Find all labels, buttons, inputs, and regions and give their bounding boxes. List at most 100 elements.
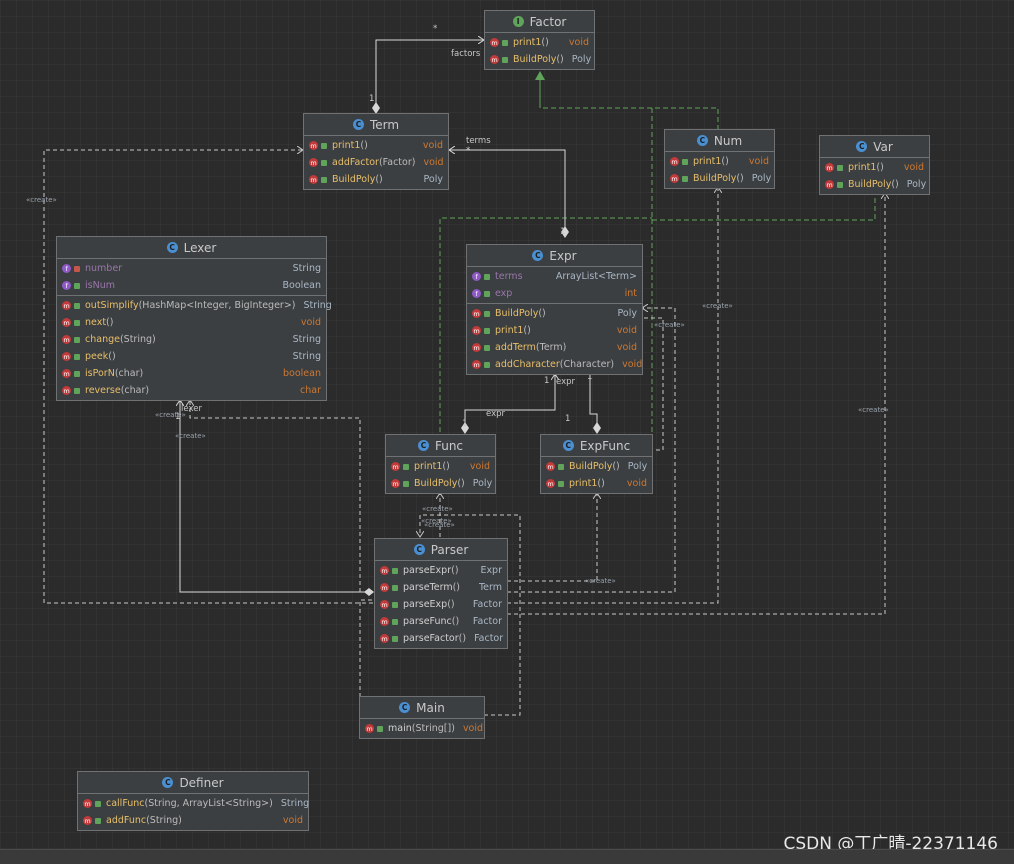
method-row[interactable]: m print1() void	[304, 137, 448, 154]
method-row[interactable]: m main (String[]) void	[360, 720, 484, 737]
method-row[interactable]: m print1() void	[541, 475, 652, 492]
connector-layer	[43, 0, 1014, 716]
method-params: ()	[736, 173, 744, 184]
method-icon: m	[391, 479, 400, 488]
public-icon	[74, 353, 80, 360]
method-row[interactable]: m addFactor (Factor) void	[304, 154, 448, 171]
method-row[interactable]: m BuildPoly() Poly	[541, 458, 652, 475]
method-name: print1	[693, 156, 722, 167]
field-row[interactable]: f number String	[57, 260, 326, 277]
method-return: Factor	[472, 616, 502, 627]
method-return: void	[568, 37, 589, 48]
class-icon: C	[399, 702, 411, 713]
public-icon	[74, 282, 80, 289]
class-func[interactable]: C Func m print1() void m BuildPoly() Pol…	[385, 434, 496, 494]
method-params: (Factor)	[378, 157, 416, 168]
method-row[interactable]: m print1() void	[820, 159, 929, 176]
terms-multiplicity: *	[466, 146, 471, 156]
public-icon	[74, 387, 80, 394]
field-row[interactable]: f isNum Boolean	[57, 277, 326, 294]
class-term[interactable]: C Term m print1() void m addFactor (Facto…	[303, 113, 449, 190]
class-icon: C	[162, 777, 174, 788]
method-row[interactable]: m parseExp() Factor	[375, 596, 507, 613]
method-row[interactable]: m BuildPoly() Poly	[304, 171, 448, 188]
expfunc-multiplicity: 1	[565, 414, 571, 424]
field-row[interactable]: f exp int	[467, 285, 642, 302]
method-row[interactable]: m print1() void	[386, 458, 495, 475]
method-params: (String)	[119, 334, 156, 345]
class-header: C Definer	[78, 772, 308, 794]
create-label-term: «create»	[26, 196, 57, 204]
public-icon	[74, 319, 80, 326]
method-row[interactable]: m next() void	[57, 314, 326, 331]
field-row[interactable]: f terms ArrayList<Term>	[467, 268, 642, 285]
class-name: Lexer	[183, 240, 217, 255]
class-expr[interactable]: C Expr f terms ArrayList<Term> f exp int…	[466, 244, 643, 375]
public-icon	[484, 290, 490, 297]
method-row[interactable]: m parseTerm() Term	[375, 579, 507, 596]
interface-icon: I	[512, 16, 524, 27]
method-name: outSimplify	[85, 300, 139, 311]
class-icon: C	[856, 141, 868, 152]
method-row[interactable]: m reverse (char) char	[57, 382, 326, 399]
method-row[interactable]: m print1() void	[665, 153, 774, 170]
method-row[interactable]: m BuildPoly() Poly	[386, 475, 495, 492]
method-row[interactable]: m print1() void	[467, 322, 642, 339]
method-return: void	[423, 157, 444, 168]
method-row[interactable]: m BuildPoly() Poly	[485, 51, 594, 68]
class-lexer[interactable]: C Lexer f number String f isNum Boolean …	[56, 236, 332, 401]
class-header: C Var	[820, 136, 929, 158]
class-definer[interactable]: C Definer m callFunc (String, ArrayList<S…	[77, 771, 309, 831]
method-row[interactable]: m addCharacter (Character) void	[467, 356, 642, 373]
method-icon: m	[83, 799, 92, 808]
method-return: String	[280, 798, 310, 809]
method-params: (HashMap<Integer, BigInteger>)	[138, 300, 296, 311]
method-return: Poly	[906, 179, 927, 190]
class-var[interactable]: C Var m print1() void m BuildPoly() Poly	[819, 135, 930, 195]
method-return: void	[622, 359, 643, 370]
method-icon: m	[83, 816, 92, 825]
method-icon: m	[62, 369, 71, 378]
method-row[interactable]: m peek() String	[57, 348, 326, 365]
class-icon: C	[562, 440, 574, 451]
method-icon: m	[825, 163, 834, 172]
method-row[interactable]: m callFunc (String, ArrayList<String>) St…	[78, 795, 310, 812]
public-icon	[484, 273, 490, 280]
method-row[interactable]: m addTerm (Term) void	[467, 339, 642, 356]
method-row[interactable]: m BuildPoly() Poly	[665, 170, 774, 187]
class-factor[interactable]: I Factor m print1() void m BuildPoly() P…	[484, 10, 595, 70]
class-main[interactable]: C Main m main (String[]) void	[359, 696, 485, 739]
public-icon	[321, 142, 327, 149]
method-row[interactable]: m parseFactor() Factor	[375, 630, 507, 647]
method-row[interactable]: m addFunc (String) void	[78, 812, 308, 829]
class-name: Definer	[179, 775, 224, 790]
method-row[interactable]: m parseFunc() Factor	[375, 613, 507, 630]
method-icon: m	[62, 301, 71, 310]
class-header: C Func	[386, 435, 495, 457]
method-icon: m	[365, 724, 374, 733]
method-row[interactable]: m change (String) String	[57, 331, 326, 348]
method-return: Poly	[627, 461, 648, 472]
method-row[interactable]: m print1() void	[485, 34, 594, 51]
method-row[interactable]: m BuildPoly() Poly	[820, 176, 929, 193]
method-row[interactable]: m parseExpr() Expr	[375, 562, 507, 579]
public-icon	[74, 370, 80, 377]
expr-top-multiplicity: 1	[560, 227, 566, 237]
method-row[interactable]: m BuildPoly() Poly	[467, 305, 642, 322]
expr-role-label: expr	[556, 377, 576, 387]
method-return: char	[300, 385, 321, 396]
public-icon	[74, 336, 80, 343]
class-expfunc[interactable]: C ExpFunc m BuildPoly() Poly m print1() …	[540, 434, 653, 494]
method-name: next	[85, 317, 107, 328]
class-num[interactable]: C Num m print1() void m BuildPoly() Poly	[664, 129, 775, 189]
public-icon	[403, 463, 409, 470]
method-name: print1	[332, 140, 361, 151]
class-parser[interactable]: C Parser m parseExpr() Expr m parseTerm(…	[374, 538, 508, 649]
diamond-expfunc	[593, 422, 601, 434]
method-row[interactable]: m outSimplify (HashMap<Integer, BigIntege…	[57, 297, 332, 314]
method-name: BuildPoly	[569, 461, 613, 472]
bottom-scroll-bar[interactable]	[0, 849, 1014, 864]
method-params: ()	[451, 565, 459, 576]
method-row[interactable]: m isPorN (char) boolean	[57, 365, 326, 382]
field-icon: f	[472, 272, 481, 281]
